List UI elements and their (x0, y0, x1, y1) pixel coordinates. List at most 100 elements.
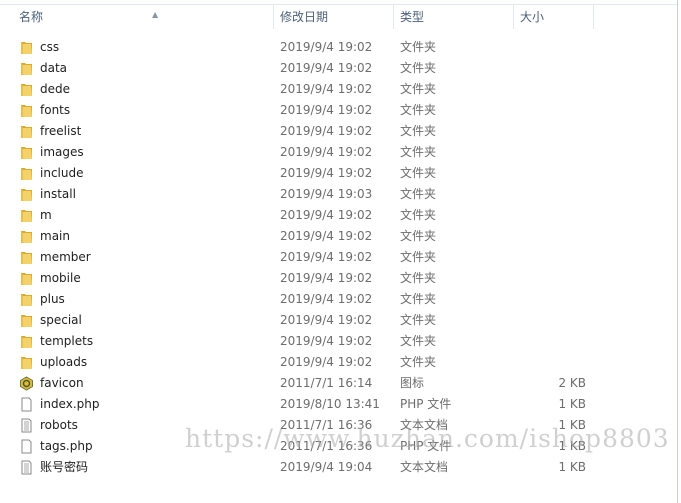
file-size: 2 KB (558, 376, 586, 390)
file-type: 文件夹 (400, 292, 437, 306)
file-name: index.php (40, 397, 100, 411)
folder-icon (19, 124, 34, 139)
column-date[interactable]: 修改日期 (274, 5, 394, 29)
column-type[interactable]: 类型 (394, 5, 514, 29)
column-type-label: 类型 (400, 10, 425, 24)
column-name[interactable]: 名称 ▲ (13, 5, 274, 29)
file-type: 文件夹 (400, 187, 437, 201)
file-date: 2019/9/4 19:02 (280, 124, 373, 138)
file-icon (19, 439, 34, 454)
folder-icon (19, 103, 34, 118)
file-type: PHP 文件 (400, 397, 452, 411)
file-type: 文件夹 (400, 208, 437, 222)
file-date: 2019/9/4 19:02 (280, 166, 373, 180)
file-row[interactable]: m 2019/9/4 19:02 文件夹 (0, 205, 677, 226)
file-row[interactable]: images 2019/9/4 19:02 文件夹 (0, 142, 677, 163)
file-name: fonts (40, 103, 71, 117)
file-date: 2019/9/4 19:02 (280, 271, 373, 285)
text-icon (19, 460, 34, 475)
file-row[interactable]: main 2019/9/4 19:02 文件夹 (0, 226, 677, 247)
folder-icon (19, 187, 34, 202)
folder-icon (19, 82, 34, 97)
file-name: member (40, 250, 91, 264)
file-date: 2019/9/4 19:02 (280, 145, 373, 159)
file-date: 2019/9/4 19:02 (280, 103, 373, 117)
file-type: 文件夹 (400, 355, 437, 369)
file-date: 2019/9/4 19:04 (280, 460, 373, 474)
file-row[interactable]: data 2019/9/4 19:02 文件夹 (0, 58, 677, 79)
file-type: 文件夹 (400, 250, 437, 264)
column-date-label: 修改日期 (280, 10, 329, 24)
file-row[interactable]: install 2019/9/4 19:03 文件夹 (0, 184, 677, 205)
file-type: 图标 (400, 376, 425, 390)
folder-icon (19, 313, 34, 328)
file-name: include (40, 166, 84, 180)
file-row[interactable]: 账号密码 2019/9/4 19:04 文本文档 1 KB (0, 457, 677, 478)
file-name: 账号密码 (40, 460, 89, 474)
watermark: https://www.huzhan.com/ishop8803 (185, 424, 670, 453)
file-name: uploads (40, 355, 88, 369)
file-size: 1 KB (558, 397, 586, 411)
file-type: 文件夹 (400, 145, 437, 159)
file-row[interactable]: templets 2019/9/4 19:02 文件夹 (0, 331, 677, 352)
file-row[interactable]: special 2019/9/4 19:02 文件夹 (0, 310, 677, 331)
file-name: plus (40, 292, 65, 306)
folder-icon (19, 61, 34, 76)
file-row[interactable]: include 2019/9/4 19:02 文件夹 (0, 163, 677, 184)
file-row[interactable]: uploads 2019/9/4 19:02 文件夹 (0, 352, 677, 373)
file-row[interactable]: plus 2019/9/4 19:02 文件夹 (0, 289, 677, 310)
file-date: 2019/8/10 13:41 (280, 397, 380, 411)
folder-icon (19, 271, 34, 286)
file-type: 文件夹 (400, 313, 437, 327)
column-size[interactable]: 大小 (514, 5, 594, 29)
file-size: 1 KB (558, 460, 586, 474)
sort-up-icon: ▲ (152, 10, 159, 19)
file-name: special (40, 313, 82, 327)
folder-icon (19, 40, 34, 55)
file-type: 文件夹 (400, 229, 437, 243)
file-date: 2019/9/4 19:02 (280, 229, 373, 243)
folder-icon (19, 334, 34, 349)
file-name: m (40, 208, 52, 222)
folder-icon (19, 229, 34, 244)
folder-icon (19, 355, 34, 370)
file-date: 2011/7/1 16:14 (280, 376, 373, 390)
file-row[interactable]: favicon 2011/7/1 16:14 图标 2 KB (0, 373, 677, 394)
file-name: css (40, 40, 60, 54)
file-date: 2019/9/4 19:02 (280, 40, 373, 54)
file-row[interactable]: index.php 2019/8/10 13:41 PHP 文件 1 KB (0, 394, 677, 415)
file-type: 文件夹 (400, 82, 437, 96)
file-type: 文件夹 (400, 271, 437, 285)
file-name: favicon (40, 376, 84, 390)
column-header: 名称 ▲ 修改日期 类型 大小 (0, 5, 677, 29)
file-row[interactable]: mobile 2019/9/4 19:02 文件夹 (0, 268, 677, 289)
file-row[interactable]: freelist 2019/9/4 19:02 文件夹 (0, 121, 677, 142)
file-row[interactable]: css 2019/9/4 19:02 文件夹 (0, 37, 677, 58)
text-icon (19, 418, 34, 433)
file-row[interactable]: dede 2019/9/4 19:02 文件夹 (0, 79, 677, 100)
file-row[interactable]: fonts 2019/9/4 19:02 文件夹 (0, 100, 677, 121)
file-name: install (40, 187, 76, 201)
file-type: 文件夹 (400, 166, 437, 180)
file-name: freelist (40, 124, 82, 138)
file-date: 2019/9/4 19:02 (280, 355, 373, 369)
file-name: mobile (40, 271, 81, 285)
folder-icon (19, 166, 34, 181)
folder-icon (19, 250, 34, 265)
file-date: 2019/9/4 19:02 (280, 82, 373, 96)
file-type: 文件夹 (400, 40, 437, 54)
file-row[interactable]: member 2019/9/4 19:02 文件夹 (0, 247, 677, 268)
file-icon (19, 397, 34, 412)
file-type: 文本文档 (400, 460, 449, 474)
file-name: templets (40, 334, 94, 348)
file-date: 2019/9/4 19:02 (280, 208, 373, 222)
file-date: 2019/9/4 19:02 (280, 334, 373, 348)
column-size-label: 大小 (520, 10, 545, 24)
folder-icon (19, 145, 34, 160)
folder-icon (19, 292, 34, 307)
file-date: 2019/9/4 19:02 (280, 292, 373, 306)
file-name: tags.php (40, 439, 93, 453)
folder-icon (19, 208, 34, 223)
file-type: 文件夹 (400, 334, 437, 348)
file-name: dede (40, 82, 70, 96)
